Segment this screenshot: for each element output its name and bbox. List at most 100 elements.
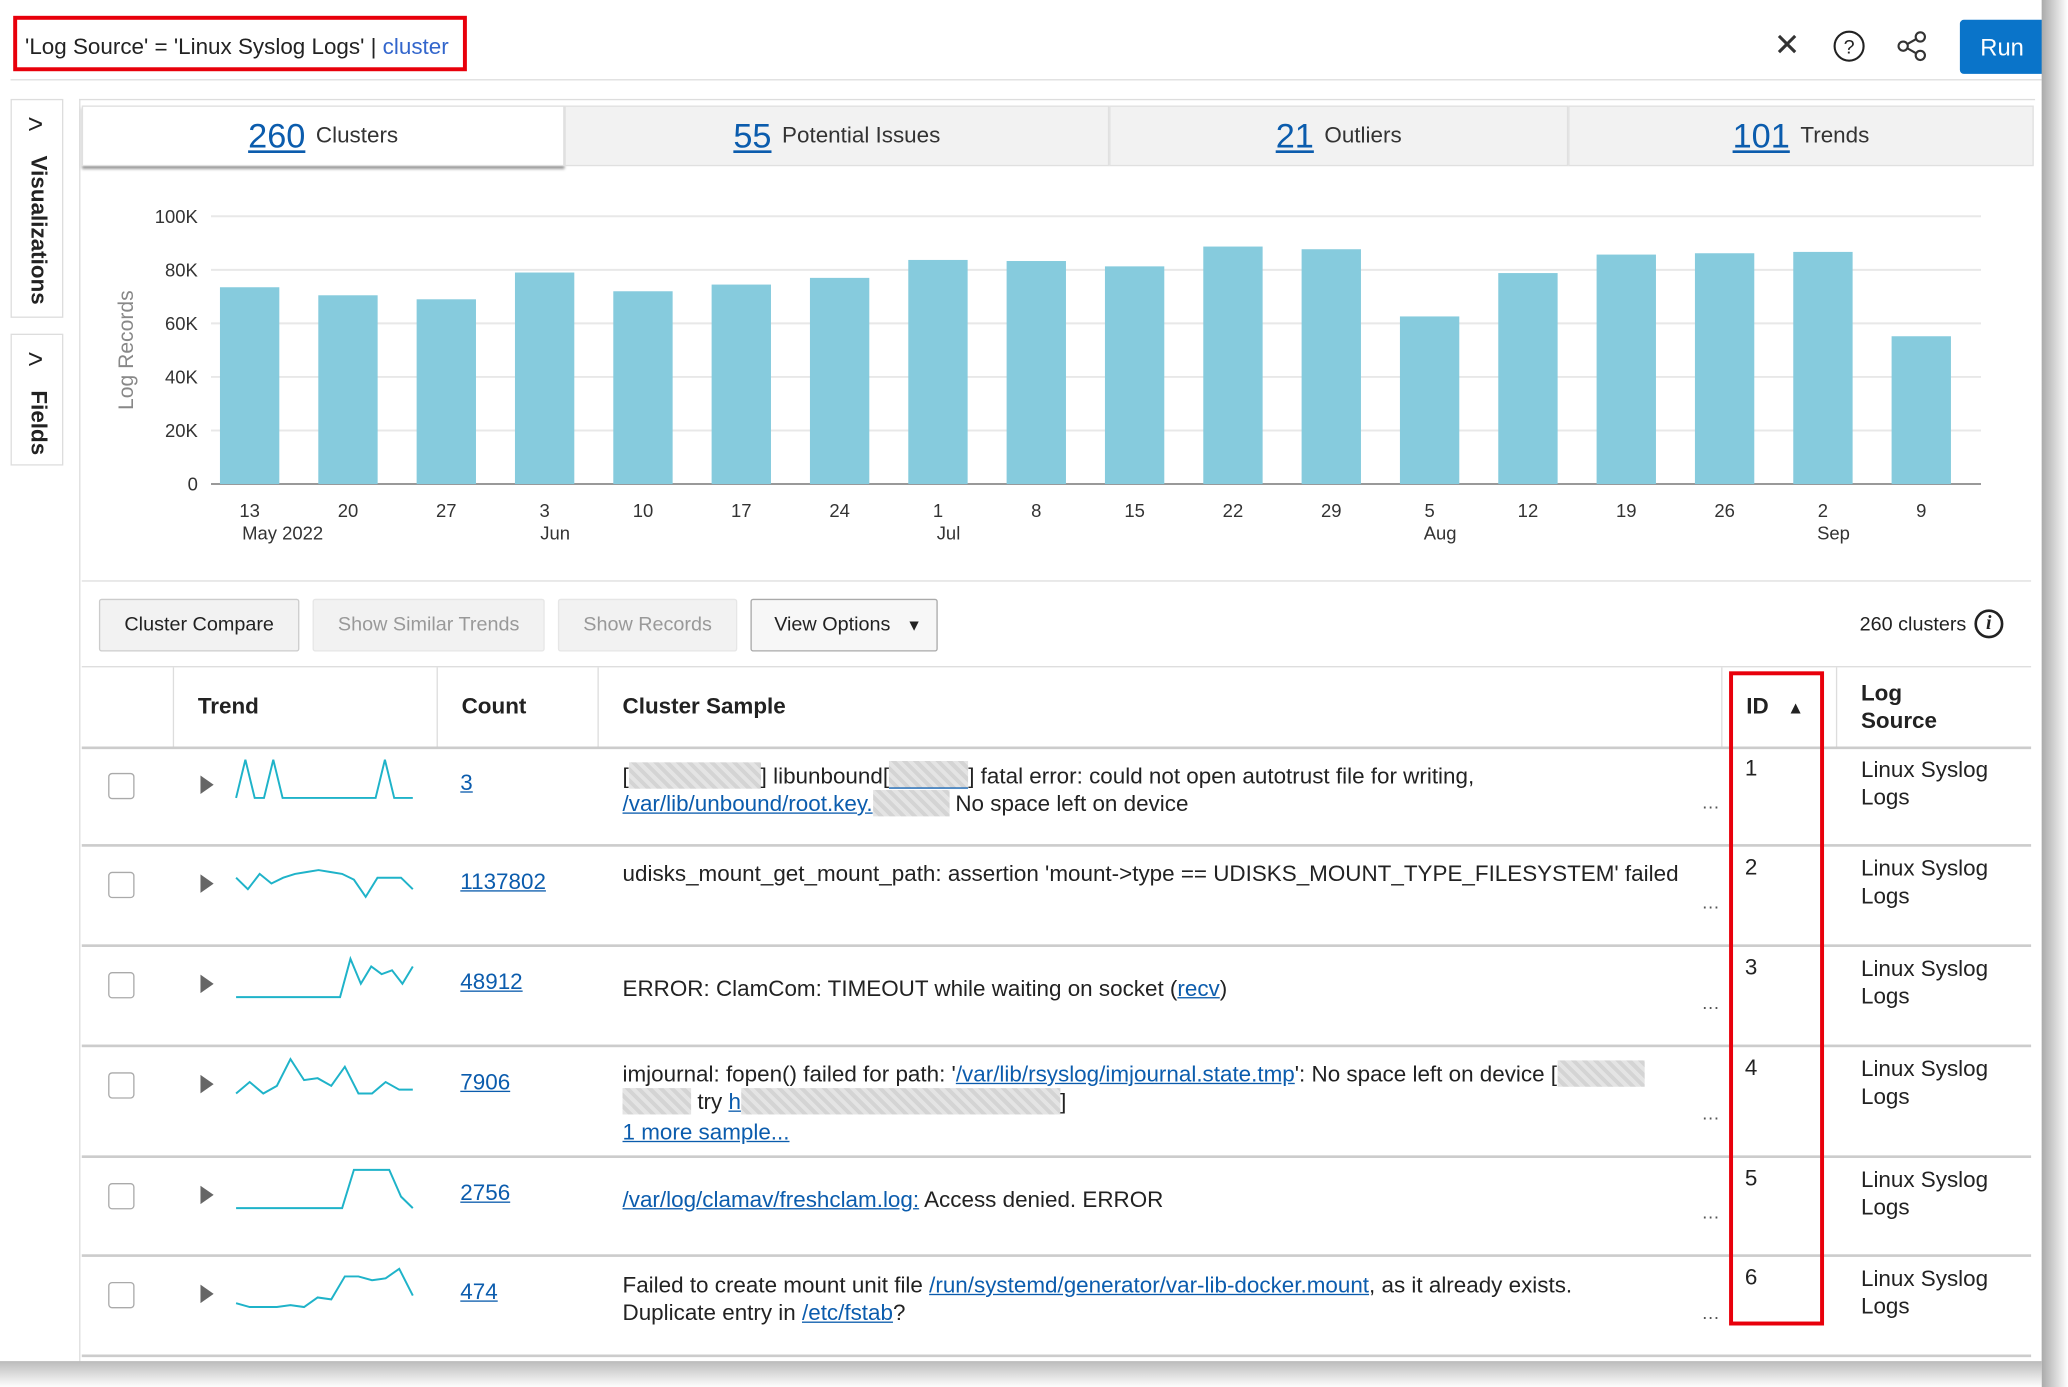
expand-row-icon[interactable] bbox=[200, 1284, 214, 1304]
sample-link[interactable]: /var/lib/rsyslog/imjournal.state.tmp bbox=[956, 1062, 1295, 1087]
y-tick-label: 60K bbox=[165, 313, 199, 334]
bar bbox=[1203, 246, 1263, 485]
cluster-count-link[interactable]: 2756 bbox=[460, 1180, 510, 1206]
run-button[interactable]: Run bbox=[1959, 19, 2045, 74]
cluster-count-link[interactable]: 1137802 bbox=[460, 869, 546, 895]
tab-count[interactable]: 21 bbox=[1276, 115, 1314, 156]
share-icon[interactable] bbox=[1895, 29, 1929, 63]
more-options-icon[interactable]: … bbox=[1701, 1202, 1719, 1223]
cluster-compare-button[interactable]: Cluster Compare bbox=[98, 598, 300, 652]
redacted-text[interactable] bbox=[889, 761, 969, 789]
redacted-text bbox=[1557, 1060, 1645, 1087]
header-cluster-sample[interactable]: Cluster Sample bbox=[597, 667, 1721, 747]
trend-sparkline bbox=[235, 759, 413, 799]
help-icon[interactable]: ? bbox=[1832, 29, 1866, 63]
sidebar-item-fields[interactable]: > Fields bbox=[10, 333, 64, 466]
expand-row-icon[interactable] bbox=[200, 1185, 214, 1205]
x-tick-label: 13 bbox=[239, 500, 260, 521]
sample-link[interactable]: /etc/fstab bbox=[802, 1300, 893, 1325]
sample-text: try bbox=[691, 1089, 729, 1115]
sample-text: , as it already exists. bbox=[1369, 1272, 1573, 1298]
expand-row-icon[interactable] bbox=[200, 775, 214, 794]
cluster-count-link[interactable]: 48912 bbox=[460, 969, 522, 995]
cluster-count: 260 clusters i bbox=[1860, 609, 2004, 639]
tab-clusters[interactable]: 260 Clusters bbox=[81, 105, 565, 167]
row-checkbox[interactable] bbox=[108, 1072, 135, 1099]
caret-down-icon: ▼ bbox=[906, 615, 922, 635]
sample-text: ] libunbound[ bbox=[760, 763, 890, 789]
chevron-right-icon: > bbox=[27, 345, 44, 375]
sample-text: imjournal: fopen() failed for path: ' bbox=[622, 1061, 956, 1087]
trend-sparkline bbox=[235, 1267, 414, 1309]
row-checkbox[interactable] bbox=[108, 871, 135, 899]
trend-sparkline bbox=[235, 869, 414, 899]
sample-text: ? bbox=[892, 1300, 906, 1326]
bar bbox=[613, 291, 673, 485]
redacted-text bbox=[740, 1088, 1061, 1115]
tab-count[interactable]: 260 bbox=[248, 115, 305, 156]
cluster-sample: Failed to create mount unit file /run/sy… bbox=[623, 1271, 1704, 1326]
expand-row-icon[interactable] bbox=[200, 1074, 214, 1094]
bar bbox=[1891, 336, 1951, 485]
expand-row-icon[interactable] bbox=[200, 974, 214, 994]
more-samples-link[interactable]: 1 more sample... bbox=[623, 1120, 790, 1145]
bar bbox=[416, 299, 476, 485]
sparkline-path bbox=[236, 1168, 414, 1210]
sample-link[interactable]: h bbox=[728, 1089, 740, 1114]
row-checkbox[interactable] bbox=[108, 1183, 135, 1210]
row-checkbox[interactable] bbox=[108, 772, 135, 800]
svg-text:?: ? bbox=[1844, 36, 1855, 58]
cluster-count-link[interactable]: 474 bbox=[460, 1279, 497, 1305]
cluster-count-link[interactable]: 7906 bbox=[460, 1070, 510, 1096]
log-source: Linux Syslog Logs bbox=[1860, 956, 1989, 1009]
tab-trends[interactable]: 101 Trends bbox=[1568, 105, 2034, 167]
tab-potential-issues[interactable]: 55 Potential Issues bbox=[564, 105, 1110, 167]
row-checkbox[interactable] bbox=[108, 972, 135, 999]
x-tick-label: 27 bbox=[436, 500, 457, 521]
header-log-source[interactable]: Log Source bbox=[1835, 667, 2031, 747]
more-options-icon[interactable]: … bbox=[1701, 1302, 1719, 1323]
show-similar-trends-button[interactable]: Show Similar Trends bbox=[312, 598, 545, 652]
x-tick-label: 1 bbox=[933, 500, 943, 521]
header-count[interactable]: Count bbox=[436, 667, 598, 747]
query-input[interactable]: 'Log Source' = 'Linux Syslog Logs' | clu… bbox=[13, 15, 467, 72]
log-source: Linux Syslog Logs bbox=[1860, 757, 1989, 810]
tab-outliers[interactable]: 21 Outliers bbox=[1109, 105, 1569, 167]
more-options-icon[interactable]: … bbox=[1701, 992, 1719, 1013]
x-tick-label: 10 bbox=[633, 500, 654, 521]
view-options-dropdown[interactable]: View Options ▼ bbox=[750, 598, 938, 652]
x-tick-label: 9 bbox=[1916, 500, 1926, 521]
header-log-source-label: Log Source bbox=[1860, 680, 1937, 734]
tab-count[interactable]: 101 bbox=[1733, 115, 1790, 156]
trend-sparkline bbox=[235, 1057, 413, 1095]
sample-link[interactable]: recv bbox=[1177, 976, 1219, 1001]
cluster-sample: ERROR: ClamCom: TIMEOUT while waiting on… bbox=[623, 975, 1704, 1003]
x-tick-label: 17 bbox=[731, 500, 752, 521]
sample-link[interactable]: /run/systemd/generator/var-lib-docker.mo… bbox=[929, 1273, 1369, 1298]
bar bbox=[1104, 266, 1165, 485]
bar bbox=[1793, 251, 1853, 485]
header-trend[interactable]: Trend bbox=[172, 667, 437, 747]
window-shadow bbox=[2041, 0, 2068, 1387]
y-tick-label: 80K bbox=[165, 259, 199, 280]
show-records-button[interactable]: Show Records bbox=[557, 598, 738, 652]
sample-link[interactable]: /var/lib/unbound/root.key. bbox=[623, 791, 873, 816]
redacted-text bbox=[628, 762, 761, 789]
cluster-count-link[interactable]: 3 bbox=[460, 770, 472, 796]
query-command: cluster bbox=[382, 34, 449, 60]
close-icon[interactable]: ✕ bbox=[1770, 28, 1804, 63]
sample-text: ) bbox=[1219, 975, 1228, 1002]
expand-row-icon[interactable] bbox=[200, 874, 214, 893]
sample-link[interactable]: /var/log/clamav/freshclam.log: bbox=[623, 1187, 920, 1212]
trend-sparkline bbox=[236, 1168, 414, 1210]
info-icon[interactable]: i bbox=[1974, 609, 2004, 639]
tab-count[interactable]: 55 bbox=[733, 115, 771, 156]
more-options-icon[interactable]: … bbox=[1701, 1103, 1719, 1124]
row-checkbox[interactable] bbox=[108, 1281, 135, 1309]
y-axis-label: Log Records bbox=[115, 290, 138, 410]
bar bbox=[1399, 316, 1460, 485]
more-options-icon[interactable]: … bbox=[1701, 892, 1719, 913]
more-options-icon[interactable]: … bbox=[1701, 791, 1719, 812]
tab-label: Clusters bbox=[315, 122, 399, 148]
sidebar-item-visualizations[interactable]: > Visualizations bbox=[10, 98, 64, 318]
